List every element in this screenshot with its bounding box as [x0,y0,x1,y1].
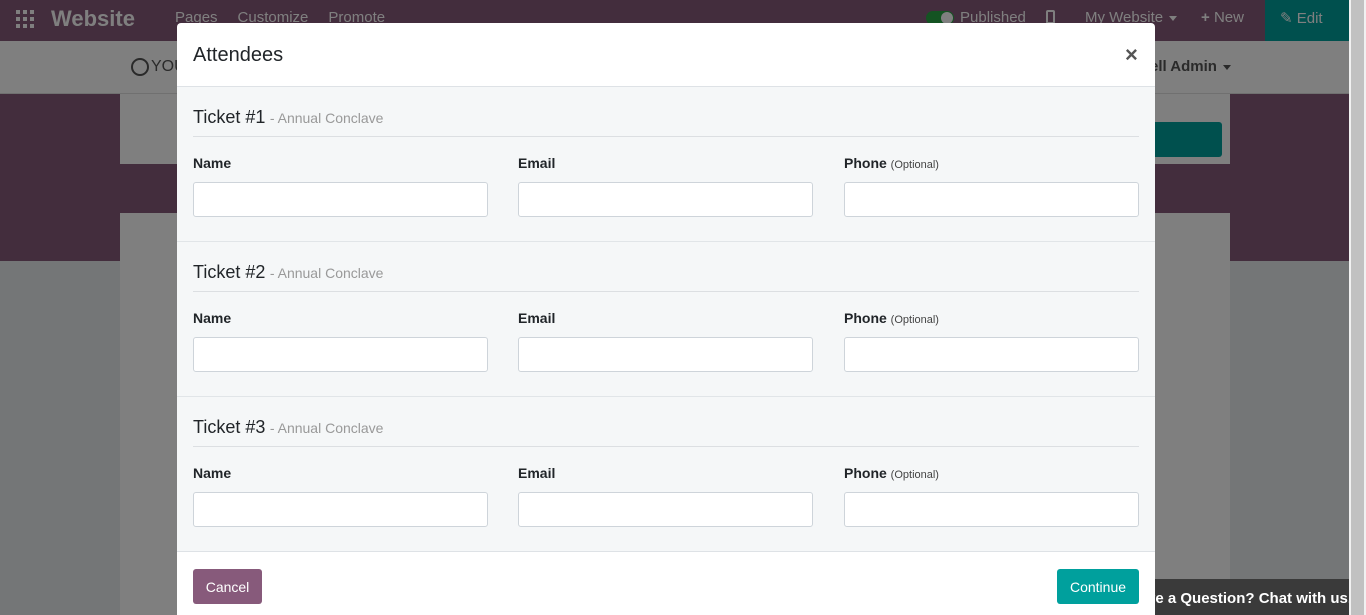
ticket-event-name: - Annual Conclave [269,110,384,126]
ticket-3-phone-input[interactable] [844,492,1139,527]
modal-title: Attendees [193,44,284,66]
ticket-2-name-input[interactable] [193,337,488,372]
modal-header: Attendees × [177,23,1155,87]
continue-button[interactable]: Continue [1057,569,1139,604]
ticket-heading: Ticket #2 - Annual Conclave [193,262,1139,292]
live-chat-button[interactable]: ve a Question? Chat with us. [1140,579,1349,615]
attendees-modal: Attendees × Ticket #1 - Annual Conclave … [177,23,1155,615]
phone-label: Phone (Optional) [844,310,939,326]
ticket-1-email-input[interactable] [518,182,813,217]
live-chat-label: ve a Question? Chat with us. [1147,590,1349,607]
ticket-3-email-input[interactable] [518,492,813,527]
page-scrollbar[interactable] [1349,0,1366,615]
ticket-title: Ticket #1 [193,107,266,127]
name-label: Name [193,155,232,171]
ticket-heading: Ticket #1 - Annual Conclave [193,107,1139,137]
phone-label: Phone (Optional) [844,155,939,171]
scrollbar-thumb[interactable] [1351,0,1364,615]
phone-label-text: Phone [844,155,887,171]
optional-hint: (Optional) [890,314,939,326]
email-label: Email [518,155,556,171]
name-label: Name [193,465,232,481]
cancel-button[interactable]: Cancel [193,569,262,604]
ticket-section: Ticket #3 - Annual Conclave Name Email P… [177,397,1155,552]
ticket-1-phone-input[interactable] [844,182,1139,217]
ticket-title: Ticket #2 [193,262,266,282]
ticket-section: Ticket #1 - Annual Conclave Name Email P… [177,87,1155,242]
phone-label-text: Phone [844,310,887,326]
ticket-2-phone-input[interactable] [844,337,1139,372]
optional-hint: (Optional) [890,159,939,171]
ticket-title: Ticket #3 [193,417,266,437]
name-label: Name [193,310,232,326]
ticket-2-email-input[interactable] [518,337,813,372]
modal-footer: Cancel Continue [177,551,1155,615]
ticket-1-name-input[interactable] [193,182,488,217]
ticket-event-name: - Annual Conclave [269,265,384,281]
email-label: Email [518,465,556,481]
ticket-section: Ticket #2 - Annual Conclave Name Email P… [177,242,1155,397]
ticket-heading: Ticket #3 - Annual Conclave [193,417,1139,447]
phone-label: Phone (Optional) [844,465,939,481]
ticket-3-name-input[interactable] [193,492,488,527]
ticket-event-name: - Annual Conclave [269,420,384,436]
email-label: Email [518,310,556,326]
close-icon[interactable]: × [1125,44,1138,66]
phone-label-text: Phone [844,465,887,481]
optional-hint: (Optional) [890,469,939,481]
